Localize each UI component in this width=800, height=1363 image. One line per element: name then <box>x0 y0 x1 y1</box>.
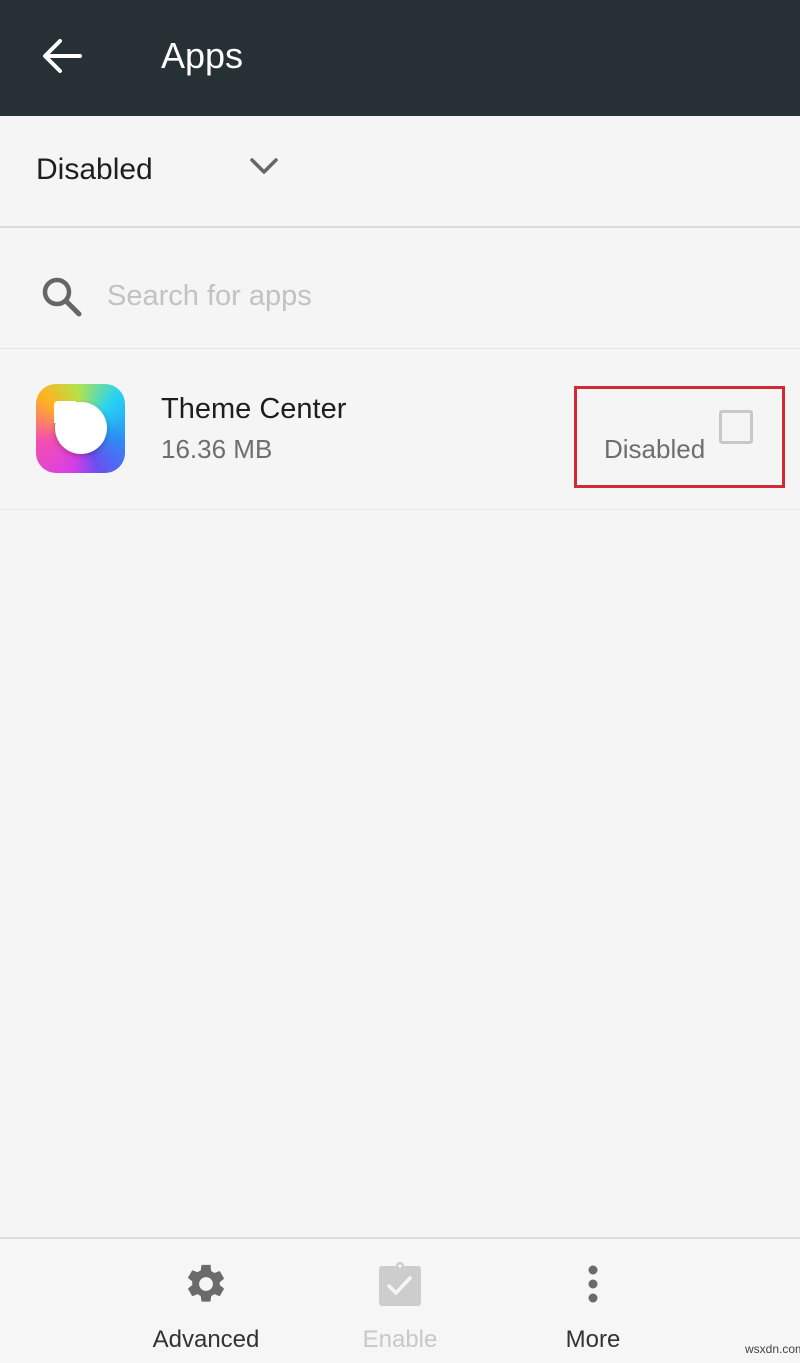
enable-button[interactable]: Enable <box>320 1239 480 1363</box>
clipboard-check-icon <box>379 1262 421 1306</box>
theme-center-app-icon <box>36 384 125 473</box>
enable-label: Enable <box>362 1326 438 1353</box>
app-select-checkbox[interactable] <box>719 410 753 444</box>
more-button[interactable]: More <box>513 1239 673 1363</box>
search-bar <box>0 228 800 349</box>
watermark: wsxdn.com <box>745 1342 800 1356</box>
more-vert-icon <box>588 1265 598 1303</box>
filter-dropdown[interactable]: Disabled <box>0 116 800 228</box>
more-label: More <box>565 1326 621 1353</box>
search-icon <box>42 277 82 317</box>
app-list-item[interactable]: Theme Center 16.36 MB Disabled <box>0 349 800 510</box>
app-status-label: Disabled <box>604 434 706 464</box>
app-bar: Apps <box>0 0 800 116</box>
app-size: 16.36 MB <box>161 434 273 464</box>
bottom-action-bar: Advanced Enable More <box>0 1237 800 1363</box>
back-button[interactable] <box>40 36 84 76</box>
search-input[interactable] <box>107 276 747 316</box>
advanced-label: Advanced <box>152 1326 260 1353</box>
app-name: Theme Center <box>161 393 347 425</box>
page-title: Apps <box>161 35 244 76</box>
filter-selected-value: Disabled <box>36 153 153 186</box>
advanced-button[interactable]: Advanced <box>126 1239 286 1363</box>
gear-icon <box>188 1264 224 1302</box>
chevron-down-icon[interactable] <box>248 154 280 180</box>
arrow-back-icon <box>43 39 82 73</box>
